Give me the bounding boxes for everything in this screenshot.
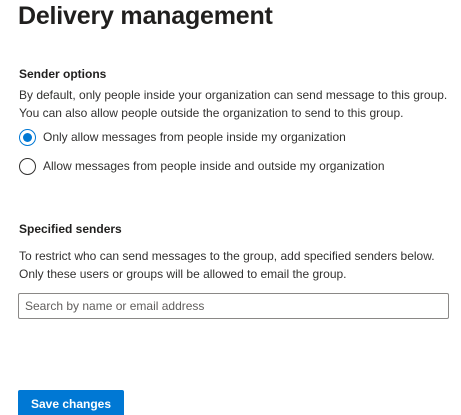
specified-senders-heading: Specified senders <box>19 222 122 236</box>
radio-option-inside-only[interactable]: Only allow messages from people inside m… <box>19 128 346 146</box>
page-title: Delivery management <box>18 2 273 30</box>
sender-options-description-line-1: By default, only people inside your orga… <box>19 88 448 102</box>
radio-option-inside-only-label: Only allow messages from people inside m… <box>43 130 346 144</box>
sender-options-description-line-2: You can also allow people outside the or… <box>19 106 404 120</box>
radio-selected-icon[interactable] <box>19 128 36 146</box>
sender-options-description: By default, only people inside your orga… <box>19 86 459 122</box>
radio-option-inside-and-outside-label: Allow messages from people inside and ou… <box>43 159 385 173</box>
specified-senders-description-line-2: Only these users or groups will be allow… <box>19 267 347 281</box>
radio-unselected-icon[interactable] <box>19 157 36 175</box>
specified-senders-description: To restrict who can send messages to the… <box>19 247 459 283</box>
specified-senders-description-line-1: To restrict who can send messages to the… <box>19 249 435 263</box>
save-changes-button[interactable]: Save changes <box>18 390 124 415</box>
radio-option-inside-and-outside[interactable]: Allow messages from people inside and ou… <box>19 157 385 175</box>
search-senders-input[interactable] <box>18 293 449 319</box>
sender-options-heading: Sender options <box>19 67 107 81</box>
